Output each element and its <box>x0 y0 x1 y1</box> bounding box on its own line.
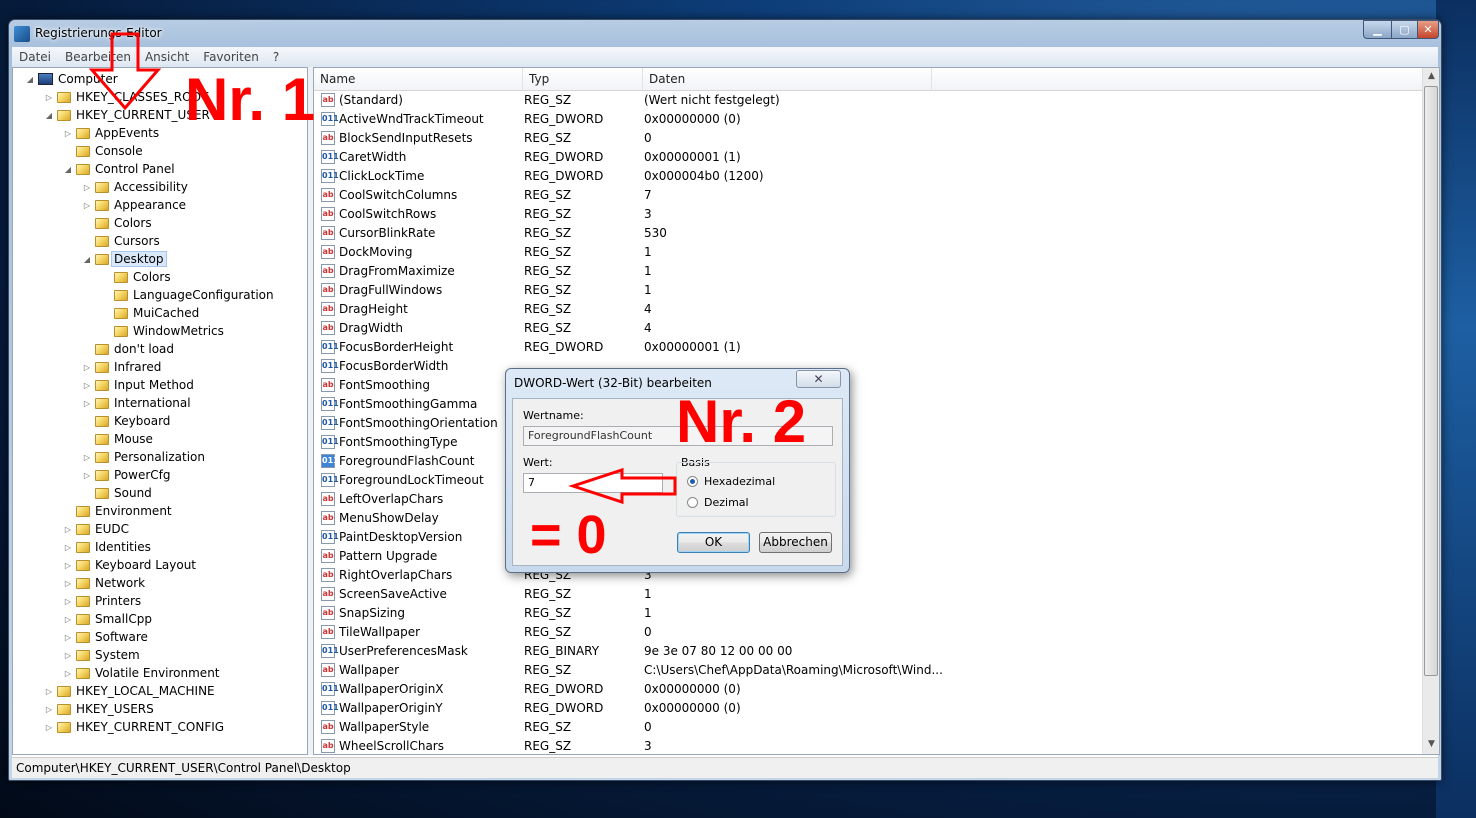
annotation-zero: = 0 <box>530 505 607 565</box>
annotation-left-arrow-icon <box>568 467 677 505</box>
annotation-nr2: Nr. 2 <box>676 388 807 455</box>
annotation-nr1: Nr. 1 <box>185 66 316 133</box>
annotation-down-arrow-icon <box>88 32 162 111</box>
